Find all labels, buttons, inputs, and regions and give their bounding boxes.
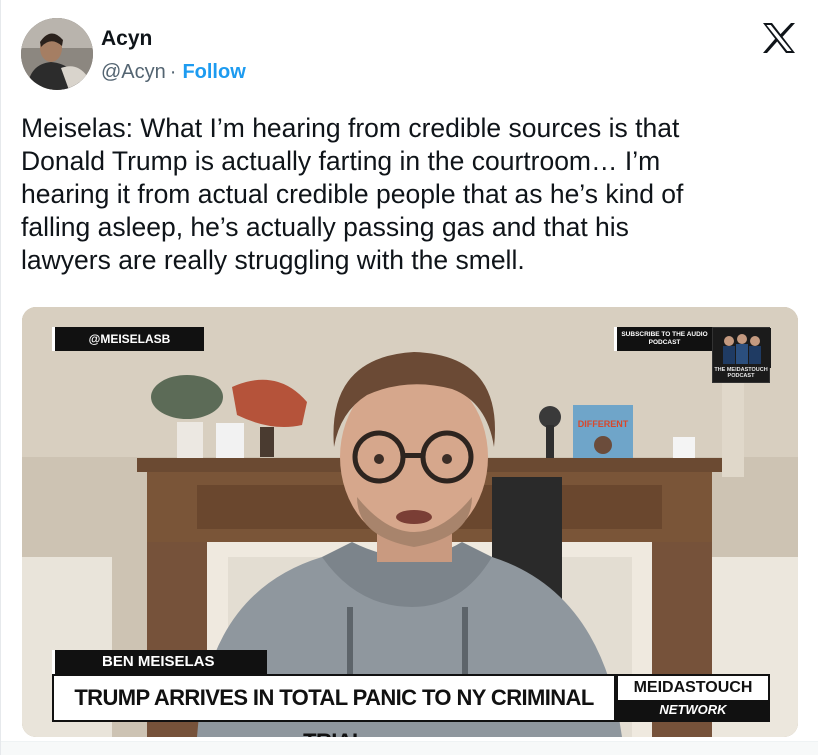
subscribe-banner: SUBSCRIBE TO THE AUDIO PODCAST bbox=[614, 327, 712, 351]
microphone bbox=[539, 406, 561, 428]
video-player[interactable]: DIFFERENT @MEISELASB SUBSCRIBE TO THE AU… bbox=[22, 307, 798, 737]
avatar-image bbox=[21, 18, 93, 90]
author-name[interactable]: Acyn bbox=[101, 27, 152, 51]
brand-name: MEIDASTOUCH bbox=[633, 679, 753, 696]
brand-subtitle: NETWORK bbox=[618, 700, 768, 720]
award-box bbox=[216, 423, 244, 458]
podcast-label: THE MEIDASTOUCH PODCAST bbox=[714, 367, 768, 379]
podcast-artwork: THE MEIDASTOUCH PODCAST bbox=[712, 327, 771, 383]
network-brand: MEIDASTOUCH NETWORK bbox=[616, 674, 770, 722]
card-footer-divider bbox=[1, 741, 818, 755]
lower-third-name: BEN MEISELAS bbox=[52, 650, 267, 674]
handle-row: @Acyn · Follow bbox=[101, 61, 246, 84]
tweet-line: Donald Trump is actually farting in the … bbox=[21, 146, 661, 176]
follow-button[interactable]: Follow bbox=[182, 61, 245, 83]
separator-dot: · bbox=[169, 61, 177, 83]
podcast-hosts-image bbox=[713, 328, 771, 368]
tweet-line: hearing it from actual credible people t… bbox=[21, 179, 684, 209]
tweet-text: Meiselas: What I’m hearing from credible… bbox=[21, 112, 801, 277]
book-title: DIFFERENT bbox=[578, 419, 629, 429]
x-logo-icon[interactable] bbox=[761, 22, 797, 54]
author-handle[interactable]: @Acyn bbox=[101, 61, 166, 83]
tweet-card: Acyn @Acyn · Follow Meiselas: What I’m hea… bbox=[0, 0, 818, 755]
avatar[interactable] bbox=[21, 18, 93, 90]
vase bbox=[673, 437, 695, 458]
lower-third-headline: TRUMP ARRIVES IN TOTAL PANIC TO NY CRIMI… bbox=[52, 674, 616, 737]
tweet-line: Meiselas: What I’m hearing from credible… bbox=[21, 113, 680, 143]
tweet-line: falling asleep, he’s actually passing ga… bbox=[21, 212, 629, 242]
tweet-line: lawyers are really struggling with the s… bbox=[21, 245, 525, 275]
handle-tag: @MEISELASB bbox=[52, 327, 204, 351]
plant bbox=[151, 375, 223, 419]
